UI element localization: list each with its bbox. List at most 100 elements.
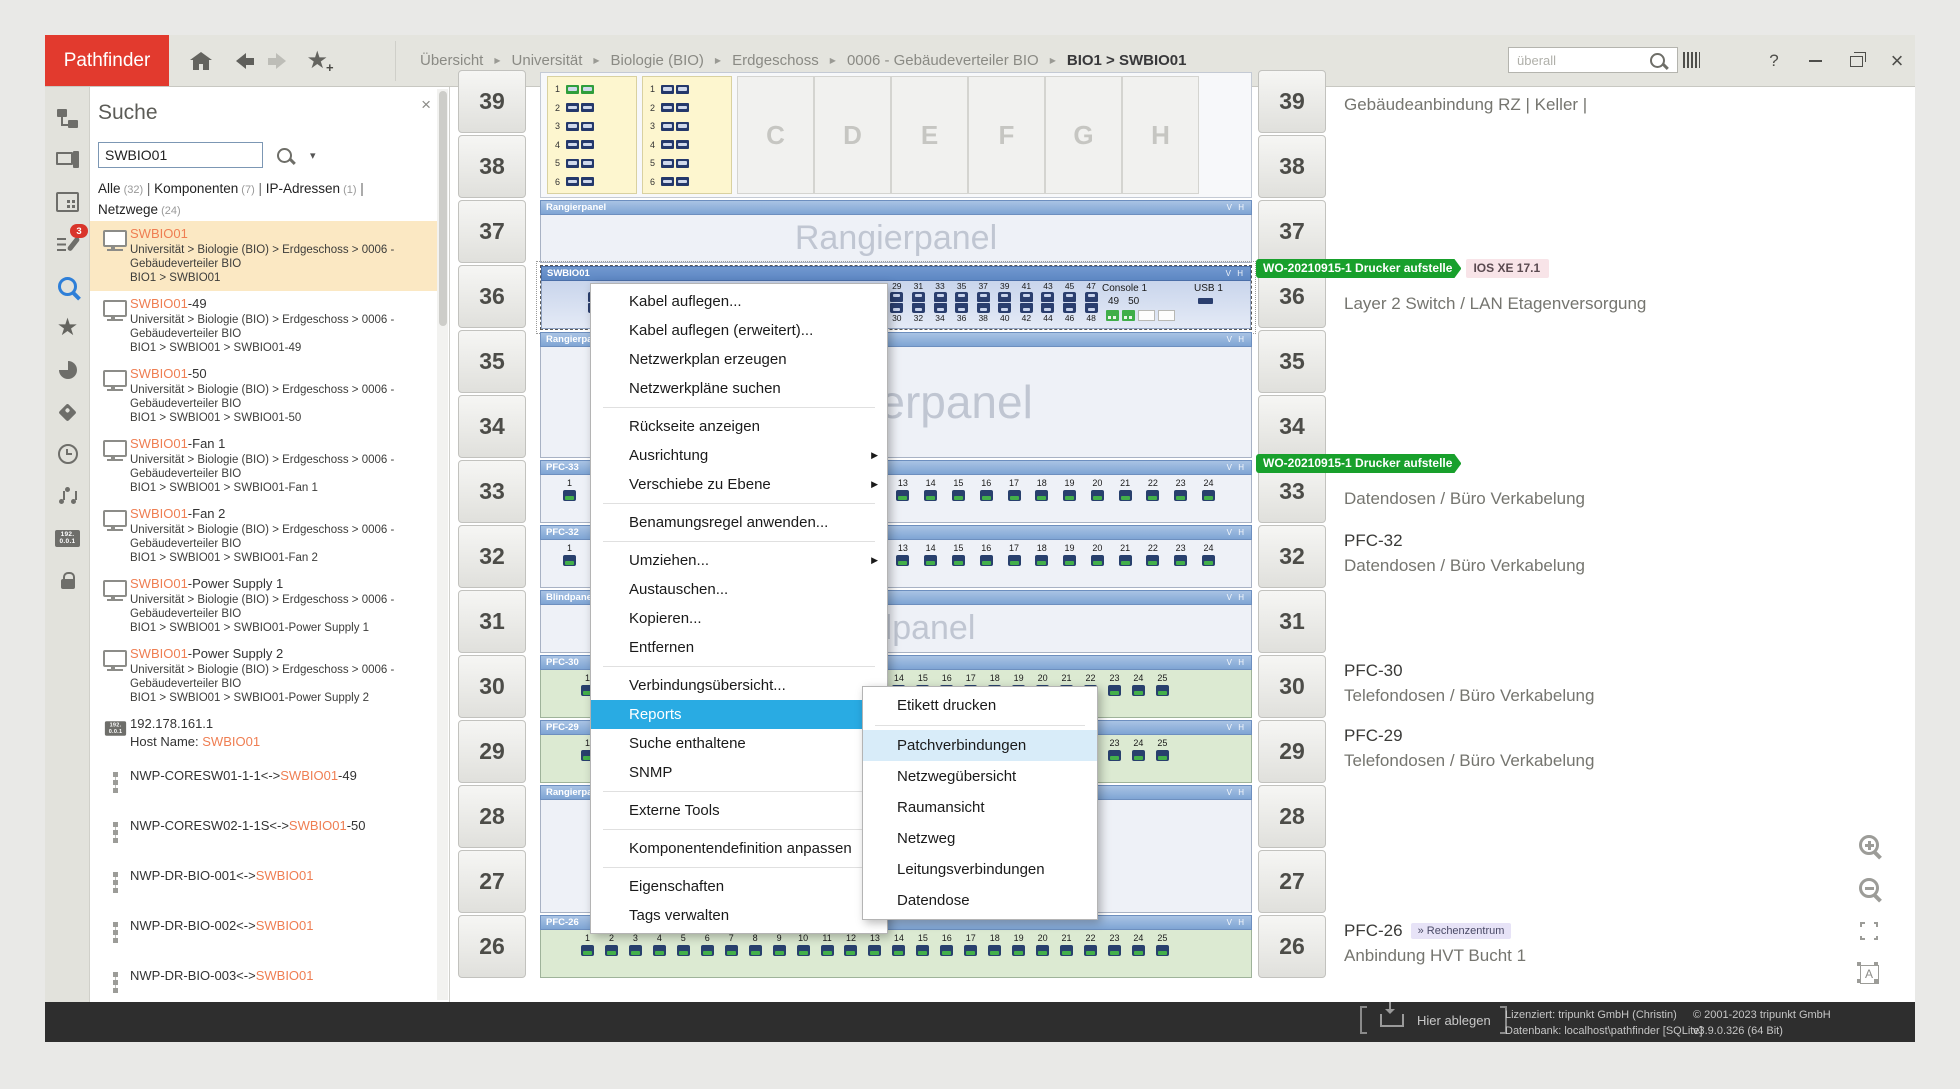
- rj45-port-icon[interactable]: [896, 555, 909, 566]
- menu-item-netzweg[interactable]: Netzweg: [863, 823, 1097, 854]
- menu-item-netzweg-bersicht[interactable]: Netzwegübersicht: [863, 761, 1097, 792]
- fiber-connector-icon[interactable]: [566, 159, 579, 168]
- rj45-port-icon[interactable]: [998, 303, 1011, 313]
- rj45-port-icon[interactable]: [988, 945, 1001, 956]
- rack-slot-e[interactable]: E: [891, 76, 968, 194]
- fiber-connector-icon[interactable]: [566, 85, 579, 94]
- menu-item-suche-enthaltene[interactable]: Suche enthaltene▶: [591, 729, 887, 758]
- rj45-port-icon[interactable]: [868, 945, 881, 956]
- rj45-port-icon[interactable]: [912, 303, 925, 313]
- menu-item-ausrichtung[interactable]: Ausrichtung▶: [591, 441, 887, 470]
- rj45-port-icon[interactable]: [952, 490, 965, 501]
- rj45-port-icon[interactable]: [892, 945, 905, 956]
- rj45-port-icon[interactable]: [896, 490, 909, 501]
- rj45-port-icon[interactable]: [773, 945, 786, 956]
- forward-button[interactable]: [263, 43, 299, 79]
- fiber-connector-icon[interactable]: [661, 122, 674, 131]
- fiber-connector-icon[interactable]: [661, 85, 674, 94]
- rack-slot-h[interactable]: H: [1122, 76, 1199, 194]
- rj45-port-icon[interactable]: [1156, 685, 1169, 696]
- label-select-button[interactable]: A: [1856, 961, 1882, 987]
- fiber-connector-icon[interactable]: [661, 177, 674, 186]
- rj45-port-icon[interactable]: [998, 292, 1011, 302]
- rj45-port-icon[interactable]: [1063, 303, 1076, 313]
- minimize-button[interactable]: [1798, 45, 1832, 77]
- fiber-connector-icon[interactable]: [581, 85, 594, 94]
- menu-item-eigenschaften[interactable]: Eigenschaften: [591, 872, 887, 901]
- sidebar-nodes-button[interactable]: [45, 475, 90, 517]
- rj45-port-icon[interactable]: [1084, 945, 1097, 956]
- panel-close-button[interactable]: [421, 95, 431, 115]
- menu-item-patchverbindungen[interactable]: Patchverbindungen: [863, 730, 1097, 761]
- zoom-in-button[interactable]: [1856, 832, 1882, 858]
- rj45-port-icon[interactable]: [1119, 490, 1132, 501]
- fiber-connector-icon[interactable]: [676, 122, 689, 131]
- fiber-connector-icon[interactable]: [566, 140, 579, 149]
- rj45-port-icon[interactable]: [977, 303, 990, 313]
- rj45-port-icon[interactable]: [1012, 945, 1025, 956]
- menu-item-kopieren[interactable]: Kopieren...: [591, 604, 887, 633]
- menu-item-netzwerkpl-ne-suchen[interactable]: Netzwerkpläne suchen: [591, 374, 887, 403]
- rj45-port-icon[interactable]: [1156, 750, 1169, 761]
- rj45-port-icon[interactable]: [977, 292, 990, 302]
- rj45-port-icon[interactable]: [1085, 292, 1098, 302]
- rj45-port-icon[interactable]: [890, 292, 903, 302]
- rj45-port-icon[interactable]: [1008, 555, 1021, 566]
- fiber-connector-icon[interactable]: [581, 159, 594, 168]
- sidebar-topology-button[interactable]: [45, 97, 90, 139]
- scrollbar-thumb[interactable]: [439, 91, 447, 326]
- rj45-port-icon[interactable]: [821, 945, 834, 956]
- search-result[interactable]: SWBIO01-Power Supply 2Universität > Biol…: [90, 641, 438, 711]
- breadcrumb-item[interactable]: Übersicht: [420, 52, 483, 69]
- menu-item-entfernen[interactable]: Entfernen: [591, 633, 887, 662]
- sidebar-workstation-button[interactable]: [45, 139, 90, 181]
- rj45-port-icon[interactable]: [1174, 555, 1187, 566]
- search-result[interactable]: 192.0.0.1192.178.161.1Host Name: SWBIO01: [90, 711, 438, 756]
- rj45-port-icon[interactable]: [1202, 555, 1215, 566]
- rj45-port-icon[interactable]: [1041, 303, 1054, 313]
- menu-item-r-ckseite-anzeigen[interactable]: Rückseite anzeigen: [591, 412, 887, 441]
- help-button[interactable]: ?: [1757, 45, 1791, 77]
- search-result[interactable]: SWBIO01Universität > Biologie (BIO) > Er…: [90, 221, 438, 291]
- search-options-caret-icon[interactable]: [310, 149, 316, 162]
- sidebar-floorplan-button[interactable]: [45, 181, 90, 223]
- menu-item-externe-tools[interactable]: Externe Tools▶: [591, 796, 887, 825]
- rj45-port-icon[interactable]: [605, 945, 618, 956]
- menu-item-benamungsregel-anwenden[interactable]: Benamungsregel anwenden...: [591, 508, 887, 537]
- filter-komponenten[interactable]: Komponenten: [154, 181, 238, 196]
- menu-item-raumansicht[interactable]: Raumansicht: [863, 792, 1097, 823]
- fiber-connector-icon[interactable]: [676, 85, 689, 94]
- rj45-port-icon[interactable]: [581, 945, 594, 956]
- back-button[interactable]: [223, 43, 259, 79]
- rj45-port-icon[interactable]: [1108, 685, 1121, 696]
- rj45-port-icon[interactable]: [1041, 292, 1054, 302]
- rj45-port-icon[interactable]: [653, 945, 666, 956]
- rj45-port-icon[interactable]: [749, 945, 762, 956]
- rj45-port-icon[interactable]: [934, 303, 947, 313]
- rj45-port-icon[interactable]: [1035, 555, 1048, 566]
- sfp-port-icon[interactable]: [1122, 310, 1135, 321]
- search-icon[interactable]: [1650, 53, 1665, 68]
- rj45-port-icon[interactable]: [1063, 490, 1076, 501]
- rj45-port-icon[interactable]: [955, 292, 968, 302]
- rj45-port-icon[interactable]: [980, 490, 993, 501]
- rj45-port-icon[interactable]: [1119, 555, 1132, 566]
- menu-item-verschiebe-zu-ebene[interactable]: Verschiebe zu Ebene▶: [591, 470, 887, 499]
- rj45-port-icon[interactable]: [1035, 490, 1048, 501]
- filter-alle[interactable]: Alle: [98, 181, 121, 196]
- sidebar-clock-button[interactable]: [45, 433, 90, 475]
- fiber-connector-icon[interactable]: [676, 159, 689, 168]
- rj45-port-icon[interactable]: [924, 555, 937, 566]
- fiber-connector-icon[interactable]: [676, 103, 689, 112]
- rack-slot-c[interactable]: C: [737, 76, 814, 194]
- fiber-connector-icon[interactable]: [581, 140, 594, 149]
- fiber-connector-icon[interactable]: [581, 122, 594, 131]
- rj45-port-icon[interactable]: [1108, 750, 1121, 761]
- search-result[interactable]: SWBIO01-Fan 1Universität > Biologie (BIO…: [90, 431, 438, 501]
- sidebar-star-button[interactable]: [45, 307, 90, 349]
- search-input[interactable]: [98, 142, 263, 168]
- rj45-port-icon[interactable]: [677, 945, 690, 956]
- fiber-connector-icon[interactable]: [676, 177, 689, 186]
- close-button[interactable]: [1880, 45, 1914, 77]
- menu-item-snmp[interactable]: SNMP▶: [591, 758, 887, 787]
